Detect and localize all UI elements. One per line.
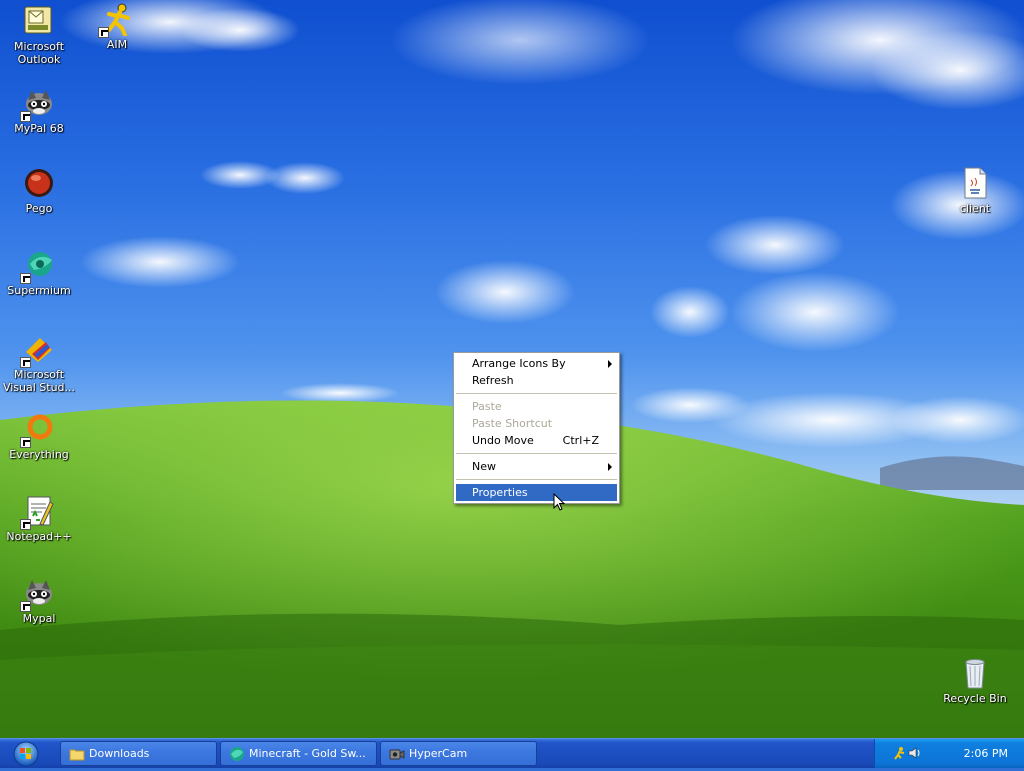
desktop-icon-label: Microsoft Visual Stud... (2, 368, 76, 394)
visual-studio-icon (20, 332, 56, 368)
taskbar: Downloads Minecraft - Gold Sw... HyperCa… (0, 738, 1024, 768)
shortcut-arrow-icon (20, 601, 31, 612)
aim-tray-icon[interactable] (891, 746, 907, 760)
shortcut-arrow-icon (20, 519, 31, 530)
desktop-icon-label: Notepad++ (6, 530, 72, 543)
desktop-icon-mypal-68[interactable]: MyPal 68 (0, 86, 78, 135)
taskbar-button-label: Downloads (89, 747, 150, 760)
desktop-icon-notepad-plus-plus[interactable]: Notepad++ (0, 494, 78, 543)
desktop-icon-label: MyPal 68 (14, 122, 64, 135)
menu-item-label: New (472, 460, 496, 473)
desktop-icon-microsoft-outlook[interactable]: Microsoft Outlook (0, 4, 78, 66)
desktop-icon-everything[interactable]: Everything (0, 412, 78, 461)
menu-item-properties[interactable]: Properties (456, 484, 617, 501)
taskbar-button-downloads[interactable]: Downloads (60, 741, 217, 766)
desktop-icon-label: Mypal (22, 612, 56, 625)
supermium-icon (20, 248, 56, 284)
menu-item-label: Properties (472, 486, 528, 499)
everything-search-icon (20, 412, 56, 448)
taskbar-button-hypercam[interactable]: HyperCam (380, 741, 537, 766)
java-file-icon (958, 166, 992, 200)
notepad-plus-plus-icon (20, 494, 56, 530)
desktop-icon-label: client (959, 202, 991, 215)
desktop-icon-label: AIM (106, 38, 128, 51)
menu-item-label: Paste (472, 400, 502, 413)
shortcut-arrow-icon (20, 111, 31, 122)
menu-separator (456, 453, 617, 454)
desktop-icon-pego[interactable]: Pego (0, 166, 78, 215)
desktop-context-menu: Arrange Icons By Refresh Paste Paste Sho… (453, 352, 620, 504)
pego-red-orb-icon (22, 166, 56, 200)
menu-item-label: Paste Shortcut (472, 417, 553, 430)
windows-orb-icon (13, 741, 39, 767)
desktop-icon-client[interactable]: client (936, 166, 1014, 215)
menu-item-label: Undo Move (472, 434, 534, 447)
menu-item-arrange-icons-by[interactable]: Arrange Icons By (454, 355, 619, 372)
desktop-icon-recycle-bin[interactable]: Recycle Bin (936, 656, 1014, 705)
menu-item-new[interactable]: New (454, 458, 619, 475)
hypercam-icon (389, 749, 405, 760)
outlook-icon (22, 4, 56, 38)
desktop-icon-aim[interactable]: AIM (78, 2, 156, 51)
mypal-raccoon-icon (20, 86, 56, 122)
folder-icon (69, 749, 85, 761)
desktop-icon-label: Pego (25, 202, 53, 215)
menu-separator (456, 393, 617, 394)
desktop-icon-supermium[interactable]: Supermium (0, 248, 78, 297)
desktop-icon-label: Supermium (7, 284, 71, 297)
menu-item-refresh[interactable]: Refresh (454, 372, 619, 389)
taskbar-button-label: Minecraft - Gold Sw... (249, 747, 366, 760)
taskbar-button-minecraft[interactable]: Minecraft - Gold Sw... (220, 741, 377, 766)
menu-item-label: Refresh (472, 374, 514, 387)
recycle-bin-icon (958, 656, 992, 690)
taskbar-button-label: HyperCam (409, 747, 468, 760)
shortcut-arrow-icon (20, 357, 31, 368)
menu-item-paste: Paste (454, 398, 619, 415)
aim-running-man-icon (98, 2, 134, 38)
mouse-pointer-icon (553, 493, 565, 511)
menu-separator (456, 479, 617, 480)
clock[interactable]: 2:06 PM (964, 747, 1008, 760)
shortcut-arrow-icon (20, 437, 31, 448)
menu-item-shortcut-key: Ctrl+Z (562, 434, 599, 447)
submenu-arrow-icon (608, 463, 612, 471)
menu-item-paste-shortcut: Paste Shortcut (454, 415, 619, 432)
mypal-raccoon-icon (20, 576, 56, 612)
desktop-icon-label: Everything (9, 448, 69, 461)
system-tray: 2:06 PM (874, 739, 1024, 768)
desktop-icon-mypal[interactable]: Mypal (0, 576, 78, 625)
menu-item-undo-move[interactable]: Undo Move Ctrl+Z (454, 432, 619, 449)
shortcut-arrow-icon (20, 273, 31, 284)
start-button[interactable] (6, 740, 46, 768)
desktop-icon-label: Microsoft Outlook (13, 40, 65, 66)
desktop-icon-microsoft-visual-studio[interactable]: Microsoft Visual Stud... (0, 332, 78, 394)
menu-item-label: Arrange Icons By (472, 357, 566, 370)
volume-icon[interactable] (907, 746, 923, 760)
shortcut-arrow-icon (98, 27, 109, 38)
supermium-icon (230, 747, 244, 761)
desktop-icon-label: Recycle Bin (943, 692, 1007, 705)
submenu-arrow-icon (608, 360, 612, 368)
